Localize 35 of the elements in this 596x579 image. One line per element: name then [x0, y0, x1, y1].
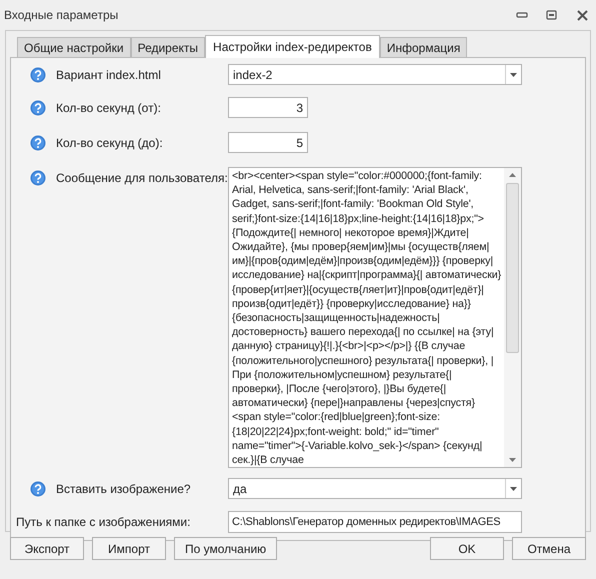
help-icon[interactable]	[30, 170, 46, 186]
window-title: Входные параметры	[4, 7, 120, 24]
message-textarea[interactable]: <br><center><span style="color:#000000;{font-family: Arial, Helvetica, sans-serif;|font-family: 'Arial Black', Gadget, sans-serif;|font-family: 'Bookman Old Style', serif;}font-size:{14|16|18}px;line-height:{14|16|18}px;">{Подождите{| немного| некоторое время}|Ждите|Ожидайте}, {мы провер{яем|им}|мы {осуществ{ляем|им}|{пров{одим|едём}|произв{одим|едём}}} {проверку|исследование} на|{скрипт|программа}{| автоматически} {провер{ит|яет}|{осуществ{ляет|ит}|пров{одит|едёт}|произв{одит|едёт}} {проверку|исследование} на}} {безопасность|защищенность|надежность|достоверность} вашего перехода{| по ссылке| на {эту|данную} страницу}{!|.}{<br>|<p></p>|} {{В случае {положительного|успешного} результата{| проверки}, |При {положительном|успешном} результате{| проверки}, |После {чего|этого}, |}Вы будете{| автоматически} {пере|}направлены {через|спустя} <span style="color:{red|blue|green};font-size:{18|20|22|24}px;font-weight: bold;" id="timer" name="timer">{-Variable.kolvo_sek-}</span> {секунд|сек.}|{В случае	[228, 167, 522, 468]
help-icon[interactable]	[30, 134, 46, 150]
dropdown[interactable]: index-2	[228, 64, 522, 85]
help-icon[interactable]	[30, 66, 46, 82]
scroll-down-icon[interactable]	[509, 458, 516, 462]
field-label: Вариант index.html	[56, 66, 161, 84]
dialog-button[interactable]: По умолчанию	[174, 537, 278, 560]
field-label: Сообщение для пользователя:	[56, 170, 228, 187]
field-label: Кол-во секунд (от):	[56, 100, 161, 116]
field-label: Путь к папке с изображениями:	[16, 514, 190, 531]
close-icon[interactable]	[577, 10, 588, 20]
minimize-icon[interactable]	[516, 12, 528, 18]
help-icon[interactable]	[30, 480, 46, 496]
tab[interactable]: Настройки index-редиректов	[205, 35, 380, 58]
tab[interactable]: Информация	[380, 37, 468, 57]
dialog-button[interactable]: Импорт	[92, 537, 166, 560]
scroll-up-icon[interactable]	[509, 173, 516, 177]
dialog-button[interactable]: Экспорт	[10, 537, 84, 560]
caret-icon	[510, 486, 517, 490]
help-icon[interactable]	[30, 100, 46, 116]
number-field[interactable]: 3	[228, 97, 308, 118]
dialog-button[interactable]: Отмена	[512, 537, 586, 560]
restore-icon[interactable]	[546, 10, 557, 20]
tab[interactable]: Общие настройки	[17, 37, 131, 57]
caret-icon	[510, 72, 517, 76]
field-label: Вставить изображение?	[56, 480, 191, 498]
field-label: Кол-во секунд (до):	[56, 134, 163, 152]
path-field[interactable]: C:\Shablons\Генератор доменных редиректов\IMAGES	[228, 511, 522, 533]
tab[interactable]: Редиректы	[130, 37, 206, 57]
scrollbar[interactable]	[504, 168, 521, 467]
number-field[interactable]: 5	[228, 132, 308, 153]
dialog-button[interactable]: OK	[430, 537, 504, 560]
dropdown[interactable]: да	[228, 478, 522, 499]
